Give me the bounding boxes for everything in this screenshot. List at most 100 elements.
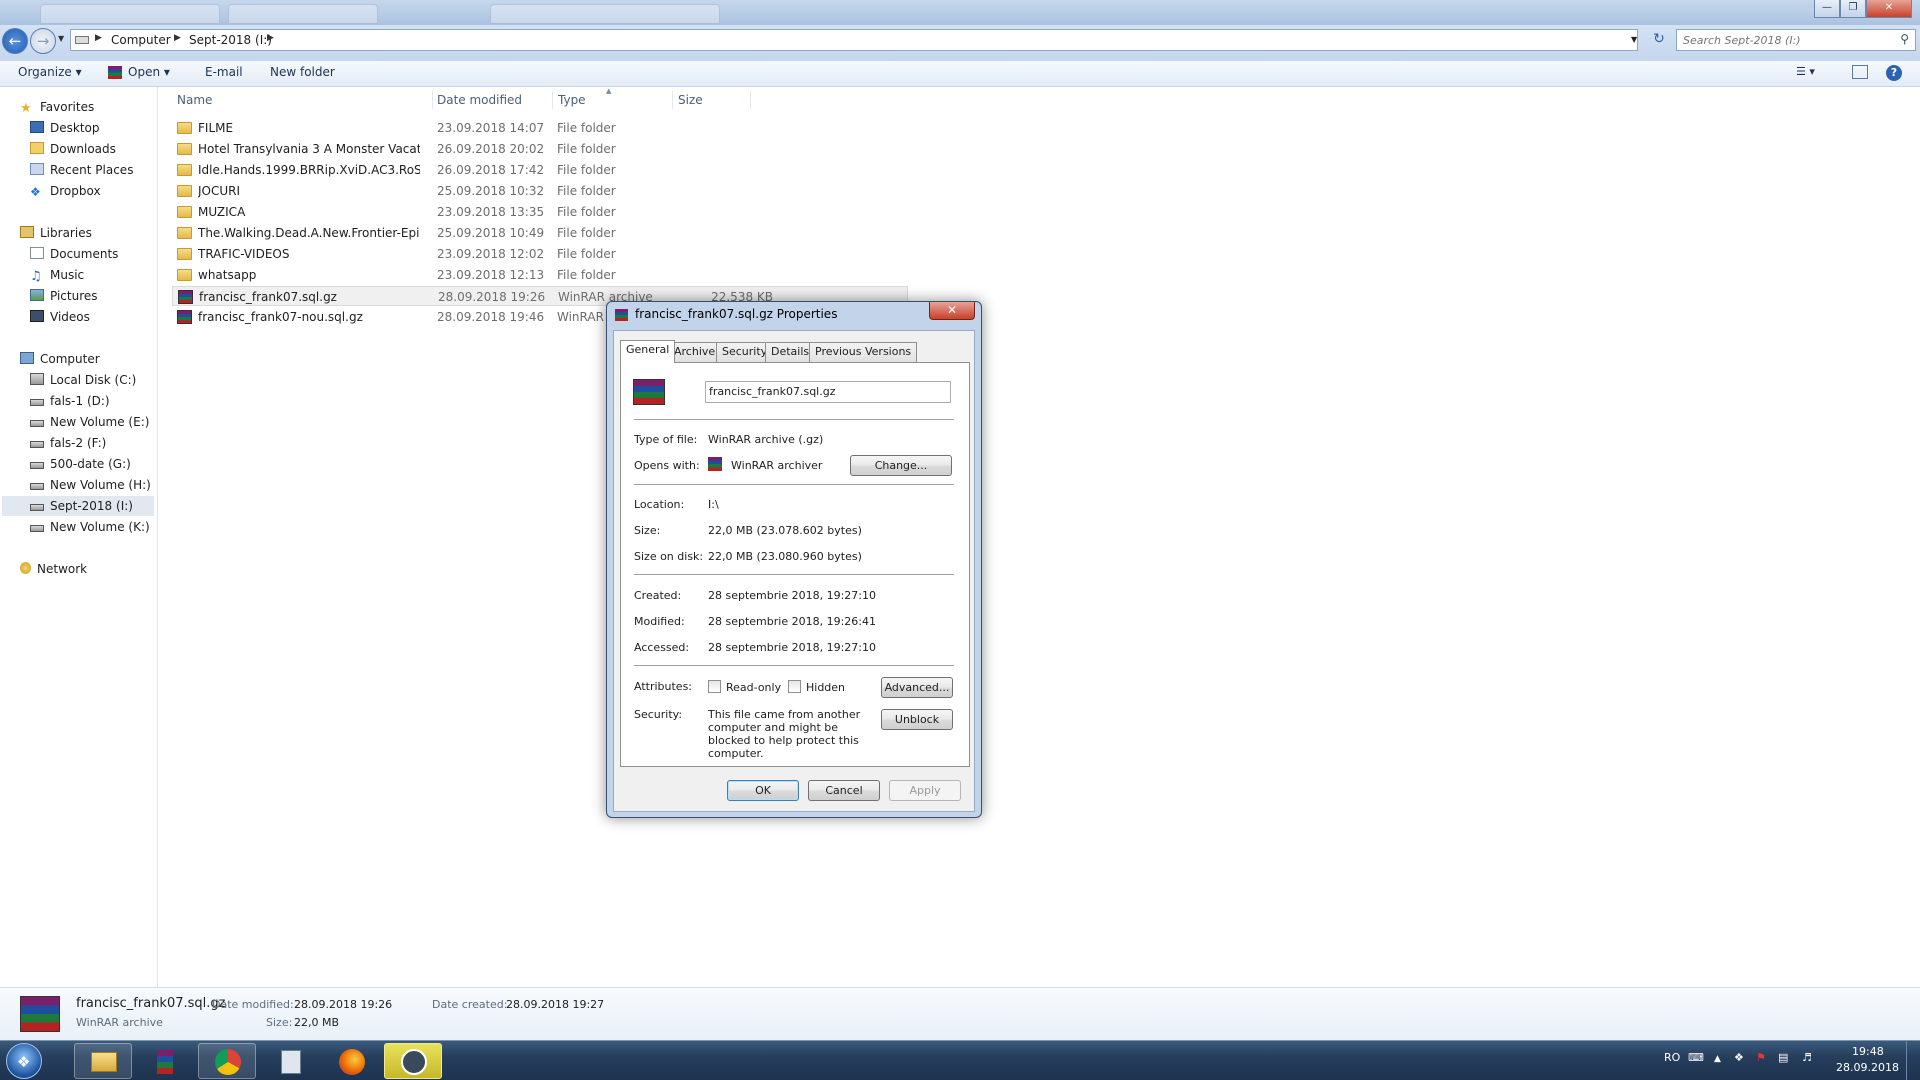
open-menu[interactable]: Open ▾	[108, 65, 170, 79]
hidden-label: Hidden	[806, 681, 846, 694]
maximize-button[interactable]: ❐	[1840, 0, 1866, 18]
taskbar-chrome[interactable]	[198, 1043, 256, 1079]
nav-libraries[interactable]: Libraries	[20, 223, 92, 243]
nav-favorites[interactable]: ★ Favorites	[20, 97, 94, 117]
nav-drive-k[interactable]: New Volume (K:)	[30, 517, 150, 537]
file-row[interactable]: FILME 23.09.2018 14:07 File folder	[172, 118, 908, 138]
network-icon[interactable]: ▤	[1778, 1051, 1788, 1064]
nav-item-documents[interactable]: Documents	[30, 244, 118, 264]
file-row[interactable]: The.Walking.Dead.A.New.Frontier-Episo...…	[172, 223, 908, 243]
dropbox-icon[interactable]: ❖	[1734, 1051, 1744, 1064]
taskbar-calculator[interactable]	[260, 1043, 318, 1079]
start-button[interactable]: ❖	[6, 1043, 42, 1079]
column-divider[interactable]	[672, 91, 673, 109]
tab-details[interactable]: Details	[765, 342, 816, 362]
nav-drive-g[interactable]: 500-date (G:)	[30, 454, 131, 474]
hidden-checkbox[interactable]	[788, 680, 801, 693]
tab-previous-versions[interactable]: Previous Versions	[809, 342, 918, 362]
refresh-icon[interactable]: ↻	[1648, 31, 1670, 51]
nav-item-downloads[interactable]: Downloads	[30, 139, 116, 159]
nav-computer[interactable]: Computer	[20, 349, 100, 369]
close-window-button[interactable]: ✕	[1866, 0, 1912, 18]
preview-pane-icon[interactable]	[1852, 65, 1868, 79]
cancel-button[interactable]: Cancel	[808, 780, 880, 801]
address-box[interactable]: ▶ Computer ▶ Sept-2018 (I:) ▶ ▼	[70, 29, 1638, 51]
file-row[interactable]: TRAFIC-VIDEOS 23.09.2018 12:02 File folder	[172, 244, 908, 264]
back-button[interactable]: ←	[2, 28, 28, 54]
address-history-dropdown-icon[interactable]: ▼	[1631, 35, 1637, 44]
tab-general[interactable]: General	[620, 340, 676, 363]
nav-item-pictures[interactable]: Pictures	[30, 286, 98, 306]
details-pane: francisc_frank07.sql.gz WinRAR archive D…	[0, 987, 1920, 1040]
email-button[interactable]: E-mail	[205, 65, 243, 79]
details-size-label: Size:	[266, 1016, 293, 1029]
file-row[interactable]: Hotel Transylvania 3 A Monster Vacation.…	[172, 139, 908, 159]
clock-date[interactable]: 28.09.2018	[1836, 1061, 1899, 1074]
advanced-button[interactable]: Advanced...	[881, 677, 953, 698]
dialog-close-button[interactable]: ✕	[929, 302, 975, 320]
nav-network[interactable]: Network	[20, 559, 87, 579]
organize-menu[interactable]: Organize ▾	[18, 65, 82, 79]
help-icon[interactable]: ?	[1886, 65, 1902, 81]
nav-item-dropbox[interactable]: ❖ Dropbox	[30, 181, 101, 201]
minimize-button[interactable]: —	[1814, 0, 1840, 18]
column-header-name[interactable]: Name	[177, 93, 212, 107]
keyboard-icon[interactable]: ⌨	[1688, 1051, 1704, 1064]
new-folder-button[interactable]: New folder	[270, 65, 335, 79]
search-icon[interactable]: ⚲	[1900, 32, 1909, 46]
nav-drive-i[interactable]: Sept-2018 (I:)	[2, 496, 154, 516]
nav-item-videos[interactable]: Videos	[30, 307, 90, 327]
forward-button[interactable]: →	[30, 28, 56, 54]
volume-icon[interactable]: ♬	[1802, 1051, 1812, 1064]
file-row[interactable]: JOCURI 25.09.2018 10:32 File folder	[172, 181, 908, 201]
column-divider[interactable]	[750, 91, 751, 109]
file-row[interactable]: MUZICA 23.09.2018 13:35 File folder	[172, 202, 908, 222]
clock-time[interactable]: 19:48	[1852, 1045, 1884, 1058]
unblock-button[interactable]: Unblock	[881, 709, 953, 730]
taskbar-winrar[interactable]	[136, 1043, 194, 1079]
winrar-archive-icon	[177, 310, 192, 324]
view-options-icon[interactable]: ☰ ▾	[1796, 65, 1815, 78]
recent-pages-dropdown-icon[interactable]: ▼	[58, 34, 64, 43]
show-desktop-button[interactable]	[1906, 1041, 1920, 1080]
nav-label: New Volume (K:)	[50, 520, 150, 534]
show-hidden-icons-icon[interactable]: ▲	[1714, 1054, 1721, 1064]
nav-drive-e[interactable]: New Volume (E:)	[30, 412, 149, 432]
search-input[interactable]	[1677, 30, 1887, 50]
taskbar-firefox[interactable]	[322, 1043, 380, 1079]
taskbar-explorer[interactable]	[74, 1043, 132, 1079]
attributes-label: Attributes:	[634, 680, 693, 693]
apply-button[interactable]: Apply	[889, 780, 961, 801]
tab-archive[interactable]: Archive	[668, 342, 722, 362]
nav-item-music[interactable]: ♫ Music	[30, 265, 84, 285]
file-type: File folder	[557, 226, 616, 240]
breadcrumb-computer[interactable]: Computer	[111, 33, 171, 47]
language-indicator[interactable]: RO	[1664, 1051, 1680, 1064]
file-row[interactable]: Idle.Hands.1999.BRRip.XviD.AC3.RoSubb...…	[172, 160, 908, 180]
nav-drive-f[interactable]: fals-2 (F:)	[30, 433, 106, 453]
breadcrumb-drive[interactable]: Sept-2018 (I:)	[189, 33, 272, 47]
readonly-checkbox[interactable]	[708, 680, 721, 693]
file-name-field[interactable]: francisc_frank07.sql.gz	[705, 381, 951, 403]
nav-drive-h[interactable]: New Volume (H:)	[30, 475, 151, 495]
ok-button[interactable]: OK	[727, 780, 799, 801]
taskbar-obs[interactable]	[384, 1043, 442, 1079]
nav-label: New Volume (H:)	[50, 478, 151, 492]
search-box[interactable]: ⚲	[1676, 29, 1916, 51]
security-message: This file came from another computer and…	[708, 708, 861, 760]
column-divider[interactable]	[432, 91, 433, 109]
action-center-icon[interactable]: ⚑	[1756, 1051, 1766, 1064]
nav-item-desktop[interactable]: Desktop	[30, 118, 100, 138]
nav-item-recent-places[interactable]: Recent Places	[30, 160, 133, 180]
nav-drive-c[interactable]: Local Disk (C:)	[30, 370, 136, 390]
file-row[interactable]: whatsapp 23.09.2018 12:13 File folder	[172, 265, 908, 285]
drive-icon	[30, 525, 44, 532]
nav-drive-d[interactable]: fals-1 (D:)	[30, 391, 110, 411]
column-header-size[interactable]: Size	[678, 93, 703, 107]
desktop-icon	[30, 121, 44, 133]
column-header-type[interactable]: Type	[558, 93, 586, 107]
command-bar: Organize ▾ Open ▾ E-mail New folder ☰ ▾ …	[0, 61, 1920, 87]
column-header-date[interactable]: Date modified	[437, 93, 522, 107]
change-button[interactable]: Change...	[850, 455, 952, 476]
column-divider[interactable]	[552, 91, 553, 109]
